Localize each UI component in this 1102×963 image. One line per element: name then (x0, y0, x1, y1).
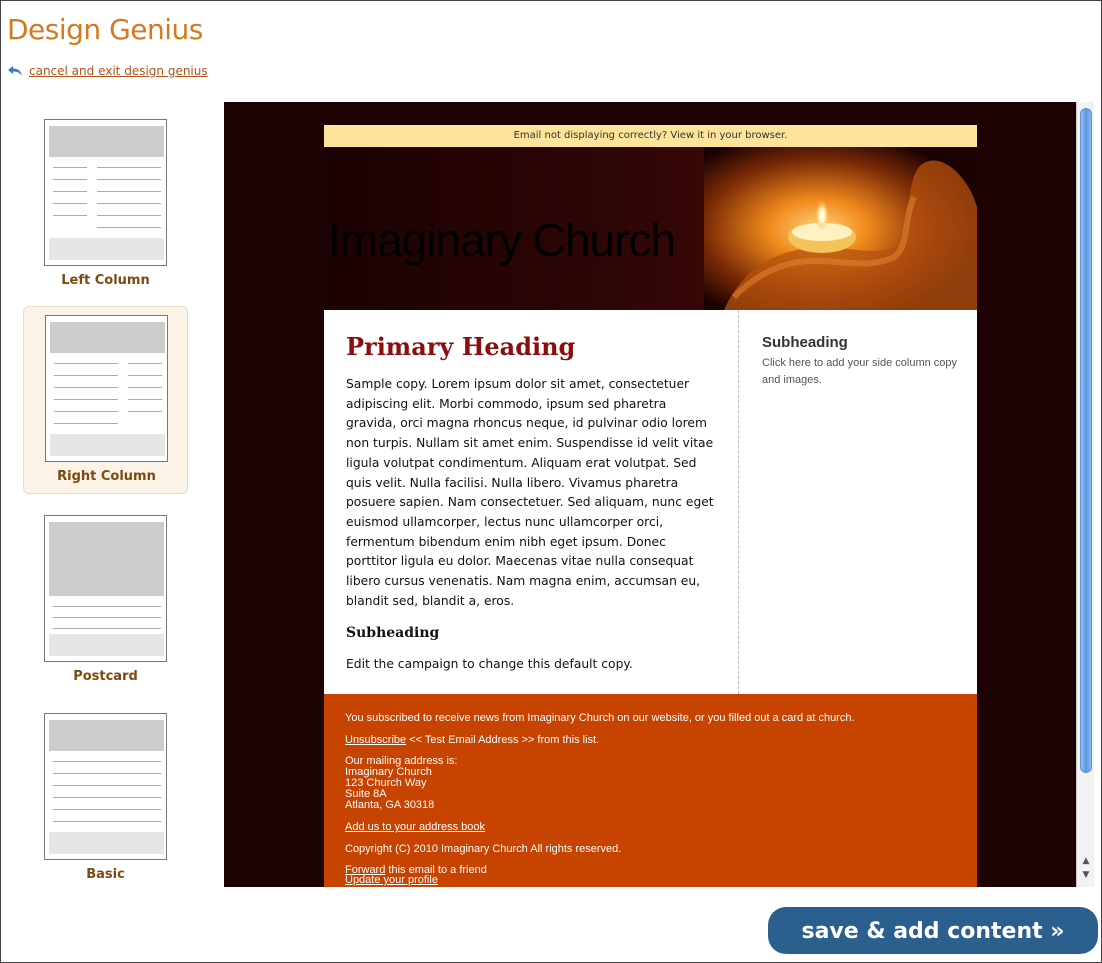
address-line: Suite 8A (345, 788, 387, 800)
mailing-label: Our mailing address is: (345, 755, 458, 767)
candle-hands-image (704, 147, 977, 310)
side-copy[interactable]: Click here to add your side column copy … (762, 355, 962, 389)
layout-basic[interactable]: Basic (23, 705, 188, 893)
mailing-address: Our mailing address is: Imaginary Church… (345, 756, 956, 811)
content-area: Primary Heading Sample copy. Lorem ipsum… (324, 310, 977, 694)
cancel-exit-link[interactable]: cancel and exit design genius (29, 64, 208, 78)
unsubscribe-line: Unsubscribe << Test Email Address >> fro… (345, 734, 956, 746)
layout-label: Left Column (61, 273, 150, 288)
copyright: Copyright (C) 2010 Imaginary Church All … (345, 843, 622, 855)
side-column[interactable]: Subheading Click here to add your side c… (762, 334, 962, 389)
layout-label: Postcard (73, 669, 138, 684)
update-profile-link[interactable]: Update your profile (345, 874, 438, 886)
postcard-thumbnail (44, 515, 167, 662)
browser-view-notice[interactable]: Email not displaying correctly? View it … (324, 125, 977, 147)
body-copy[interactable]: Sample copy. Lorem ipsum dolor sit amet,… (346, 375, 716, 611)
scroll-thumb[interactable] (1080, 108, 1092, 773)
layout-left-column[interactable]: Left Column (23, 111, 188, 299)
email-preview[interactable]: Email not displaying correctly? View it … (224, 102, 1094, 887)
cancel-row: cancel and exit design genius (7, 64, 208, 78)
address-line: Imaginary Church (345, 766, 432, 778)
email-footer: You subscribed to receive news from Imag… (324, 694, 977, 887)
add-address-book-link[interactable]: Add us to your address book (345, 821, 485, 833)
left-column-thumbnail (44, 119, 167, 266)
side-subheading[interactable]: Subheading (762, 334, 962, 351)
address-line: Atlanta, GA 30318 (345, 799, 435, 811)
scroll-down-arrow-icon[interactable]: ▼ (1080, 869, 1092, 881)
basic-thumbnail (44, 713, 167, 860)
main-column[interactable]: Primary Heading Sample copy. Lorem ipsum… (324, 310, 739, 694)
layout-right-column[interactable]: Right Column (23, 306, 188, 494)
right-column-thumbnail (45, 315, 168, 462)
layout-label: Basic (86, 867, 125, 882)
header-banner[interactable]: Imaginary Church (324, 147, 977, 310)
main-subheading[interactable]: Subheading (346, 625, 716, 641)
unsubscribe-rest: << Test Email Address >> from this list. (406, 734, 600, 746)
design-genius-window: Design Genius cancel and exit design gen… (0, 0, 1102, 963)
preview-scrollbar[interactable]: ▲ ▼ (1076, 102, 1094, 887)
layout-label: Right Column (57, 469, 156, 484)
layout-postcard[interactable]: Postcard (23, 507, 188, 695)
primary-heading[interactable]: Primary Heading (346, 332, 716, 361)
save-add-content-button[interactable]: save & add content » (768, 907, 1098, 954)
banner-title: Imaginary Church (328, 214, 676, 266)
subscription-note: You subscribed to receive news from Imag… (345, 712, 855, 724)
undo-arrow-icon[interactable] (7, 65, 23, 77)
address-line: 123 Church Way (345, 777, 427, 789)
unsubscribe-link[interactable]: Unsubscribe (345, 734, 406, 746)
page-title: Design Genius (7, 13, 203, 46)
scroll-up-arrow-icon[interactable]: ▲ (1080, 855, 1092, 867)
email-template: Email not displaying correctly? View it … (324, 125, 977, 887)
sub-copy[interactable]: Edit the campaign to change this default… (346, 655, 716, 675)
